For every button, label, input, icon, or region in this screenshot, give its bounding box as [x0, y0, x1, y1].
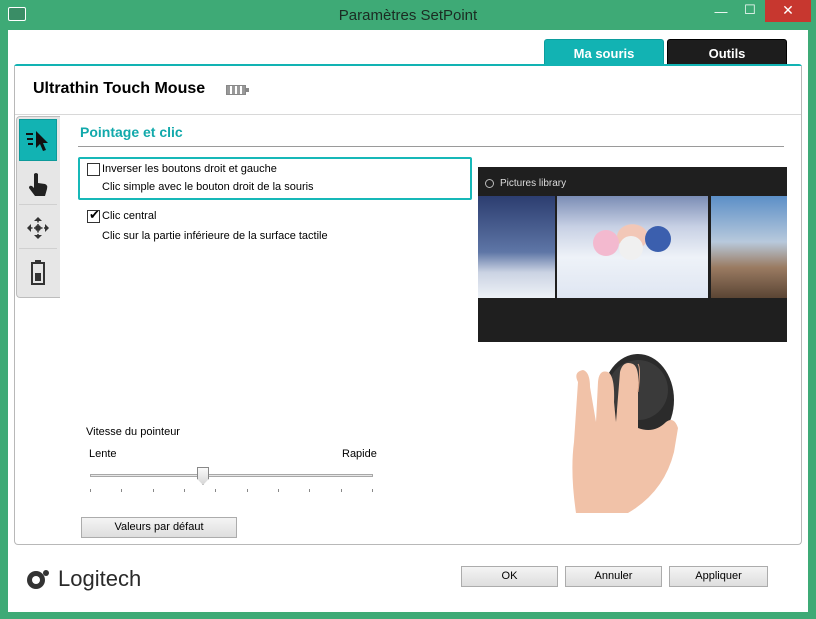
pointer-speed-min-label: Lente — [89, 448, 117, 460]
tab-outils[interactable]: Outils — [667, 39, 787, 66]
slider-tick — [121, 489, 122, 492]
side-nav — [16, 116, 60, 298]
slider-tick — [153, 489, 154, 492]
move-arrows-icon — [27, 216, 49, 239]
swap-buttons-description: Clic simple avec le bouton droit de la s… — [102, 181, 314, 193]
back-icon — [485, 179, 494, 188]
pointer-speed-max-label: Rapide — [342, 448, 377, 460]
slider-tick — [247, 489, 248, 492]
middle-click-description: Clic sur la partie inférieure de la surf… — [102, 230, 328, 242]
swap-buttons-label[interactable]: Inverser les boutons droit et gauche — [102, 163, 277, 175]
maximize-button[interactable]: ☐ — [737, 2, 763, 24]
title-bar[interactable]: Paramètres SetPoint — ☐ ✕ — [0, 0, 816, 30]
kid-blue — [645, 226, 671, 252]
side-nav-pointer[interactable] — [19, 119, 57, 161]
device-name: Ultrathin Touch Mouse — [33, 80, 206, 97]
slider-tick — [184, 489, 185, 492]
photo-city — [711, 196, 787, 298]
pointer-speed-ticks — [90, 489, 373, 492]
slider-tick — [309, 489, 310, 492]
logo-text: Logitech — [58, 566, 142, 591]
battery-icon — [31, 260, 45, 285]
preview-screen: Pictures library — [478, 167, 787, 342]
hand-gesture-icon — [29, 172, 48, 196]
cancel-button[interactable]: Annuler — [565, 566, 662, 587]
slider-tick — [341, 489, 342, 492]
client-area: Ma souris Outils Ultrathin Touch Mouse P… — [8, 30, 808, 612]
tab-ma-souris[interactable]: Ma souris — [544, 39, 664, 66]
hand-on-mouse-illustration — [572, 354, 678, 513]
side-nav-gestures[interactable] — [19, 163, 57, 205]
pointer-speed-track[interactable] — [90, 474, 373, 477]
middle-click-checkbox[interactable]: ✔ — [87, 207, 100, 223]
slider-tick — [278, 489, 279, 492]
battery-icon — [226, 85, 249, 95]
pointer-speed-title: Vitesse du pointeur — [86, 426, 180, 438]
slider-tick — [90, 489, 91, 492]
section-title: Pointage et clic — [80, 124, 183, 140]
kid-pink — [593, 230, 619, 256]
photo-mountains — [478, 196, 555, 298]
header-divider — [15, 114, 801, 115]
section-divider — [78, 146, 784, 147]
photo-kids-snow — [557, 196, 708, 298]
slider-tick — [215, 489, 216, 492]
preview-hand-mouse — [478, 342, 787, 513]
logitech-mark-icon — [27, 570, 49, 589]
swap-buttons-checkbox[interactable] — [87, 163, 100, 176]
side-nav-movement[interactable] — [19, 207, 57, 249]
preview-image: Pictures library — [478, 167, 787, 513]
setpoint-window: Paramètres SetPoint — ☐ ✕ Ma souris Outi… — [0, 0, 816, 619]
restore-defaults-button[interactable]: Valeurs par défaut — [81, 517, 237, 538]
window-title: Paramètres SetPoint — [338, 7, 478, 24]
checkmark-icon: ✔ — [89, 207, 100, 222]
pointer-click-icon — [26, 131, 48, 151]
middle-click-label[interactable]: Clic central — [102, 210, 156, 222]
kid-white — [619, 236, 643, 260]
slider-tick — [372, 489, 373, 492]
minimize-button[interactable]: — — [707, 4, 735, 26]
side-nav-battery[interactable] — [19, 251, 57, 293]
library-title: Pictures library — [500, 178, 567, 189]
apply-button[interactable]: Appliquer — [669, 566, 768, 587]
close-button[interactable]: ✕ — [765, 0, 811, 22]
logitech-logo: Logitech — [26, 566, 141, 592]
ok-button[interactable]: OK — [461, 566, 558, 587]
